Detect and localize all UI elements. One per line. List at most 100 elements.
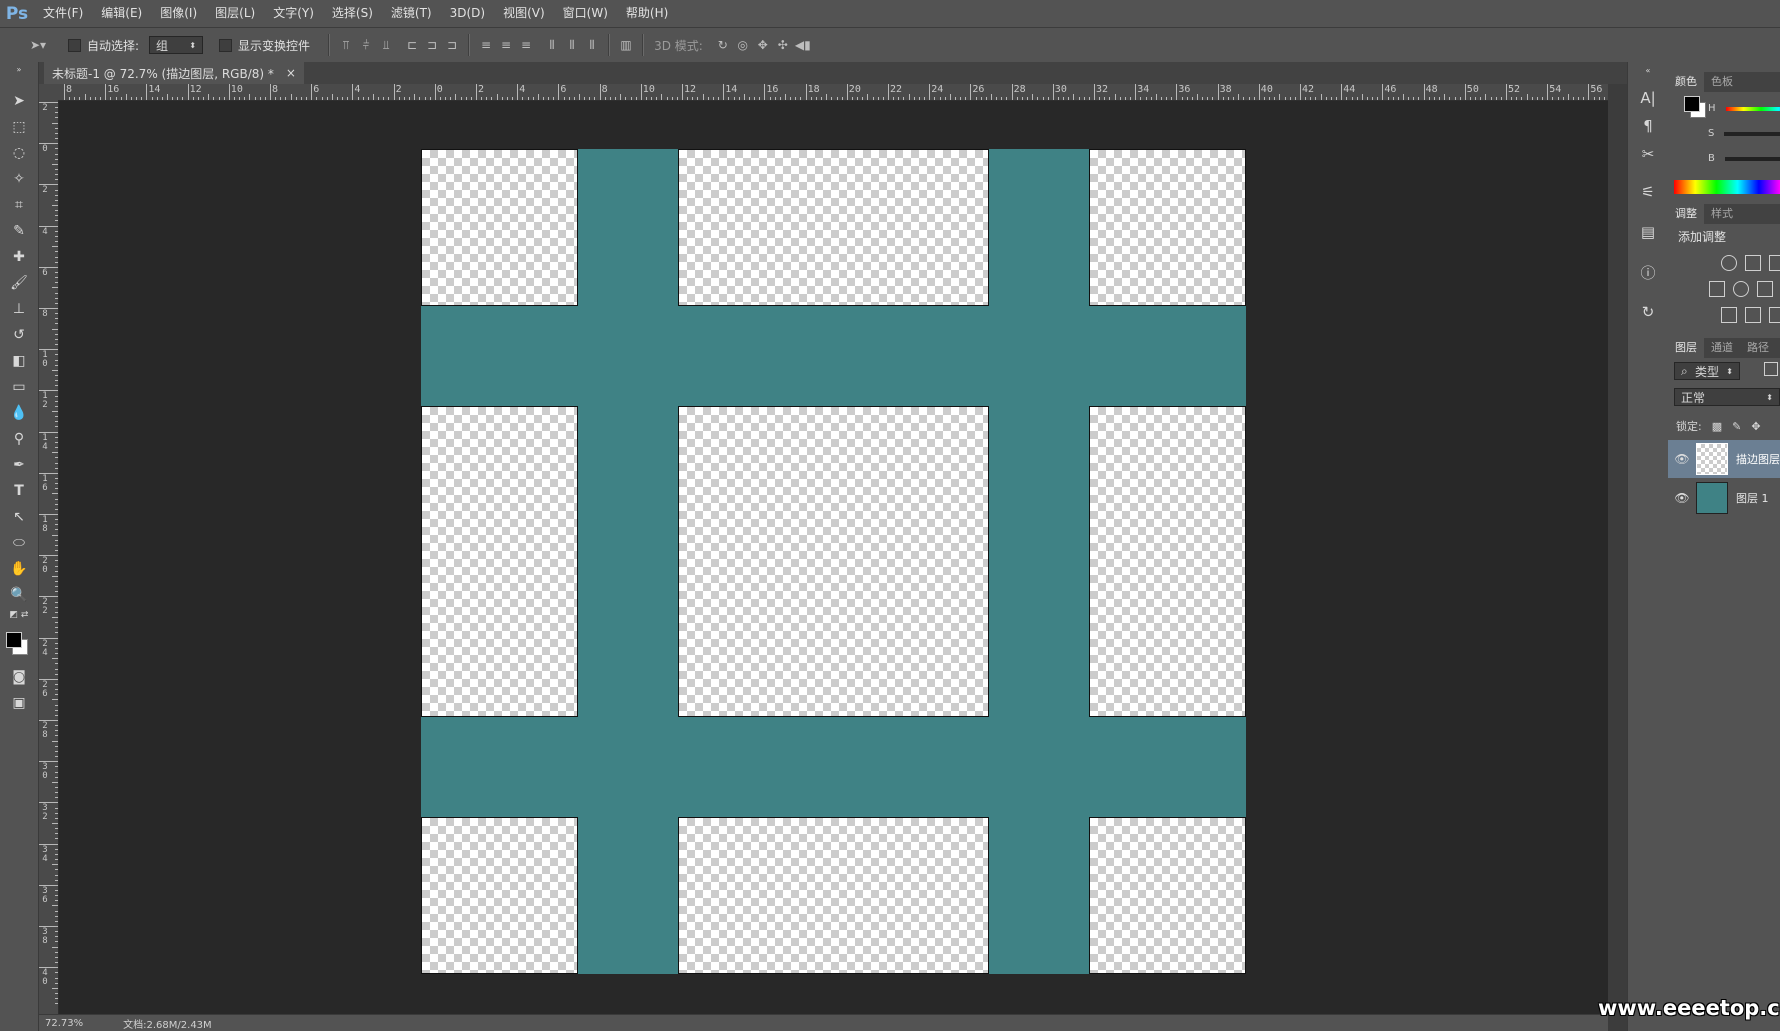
color-fg-swatch[interactable] <box>1684 96 1700 112</box>
tab-swatches[interactable]: 色板 <box>1704 72 1740 92</box>
move-tool-preset-icon[interactable]: ➤▾ <box>20 35 56 55</box>
layer-row[interactable]: 👁 图层 1 <box>1668 479 1780 517</box>
auto-select-dropdown[interactable]: 组 ⬍ <box>149 36 204 54</box>
document-canvas[interactable] <box>421 149 1246 974</box>
visibility-eye-icon[interactable]: 👁 <box>1668 452 1696 466</box>
zoom-level[interactable]: 72.73% <box>45 1018 83 1029</box>
menu-file[interactable]: 文件(F) <box>34 0 92 27</box>
zoom-tool-icon[interactable]: 🔍 <box>6 584 32 606</box>
quick-mask-icon[interactable]: ◙ <box>6 666 32 688</box>
screen-mode-icon[interactable]: ▣ <box>6 692 32 714</box>
auto-align-icon[interactable]: ▥ <box>616 35 636 55</box>
ellipse-tool-icon[interactable]: ⬭ <box>6 532 32 554</box>
blend-mode-dropdown[interactable]: 正常 ⬍ <box>1674 388 1780 406</box>
visibility-eye-icon[interactable]: 👁 <box>1668 491 1696 505</box>
document-tab[interactable]: 未标题-1 @ 72.7% (描边图层, RGB/8) * × <box>44 62 304 84</box>
menu-edit[interactable]: 编辑(E) <box>92 0 151 27</box>
tool-presets-icon[interactable]: ✂ <box>1635 142 1661 166</box>
lock-transparent-icon[interactable]: ▩ <box>1712 420 1722 433</box>
swap-colors-icon[interactable]: ◩ ⇄ <box>6 608 32 622</box>
align-left-icon[interactable]: ⊏ <box>402 35 422 55</box>
menu-view[interactable]: 视图(V) <box>494 0 554 27</box>
color-balance-adjust-icon[interactable] <box>1733 281 1749 297</box>
align-vcenter-icon[interactable]: ⫩ <box>356 35 376 55</box>
lock-image-icon[interactable]: ✎ <box>1732 420 1741 433</box>
gradient-map-adjust-icon[interactable] <box>1745 307 1761 323</box>
distribute-right-icon[interactable]: ⦀ <box>582 35 602 55</box>
tab-adjustments[interactable]: 调整 <box>1668 204 1704 224</box>
type-tool-icon[interactable]: T <box>6 480 32 502</box>
gradient-tool-icon[interactable]: ▭ <box>6 376 32 398</box>
align-hcenter-icon[interactable]: ⊐ <box>422 35 442 55</box>
magic-wand-tool-icon[interactable]: ✧ <box>6 168 32 190</box>
menu-filter[interactable]: 滤镜(T) <box>382 0 441 27</box>
distribute-hcenter-icon[interactable]: ⦀ <box>562 35 582 55</box>
menu-select[interactable]: 选择(S) <box>323 0 382 27</box>
tab-layers[interactable]: 图层 <box>1668 338 1704 358</box>
layer-row[interactable]: 👁 描边图层 <box>1668 440 1780 478</box>
menu-window[interactable]: 窗口(W) <box>554 0 617 27</box>
menu-help[interactable]: 帮助(H) <box>617 0 677 27</box>
marquee-tool-icon[interactable]: ⬚ <box>6 116 32 138</box>
collapse-panel-icon[interactable]: » <box>6 64 32 74</box>
show-transform-checkbox[interactable] <box>219 38 233 52</box>
distribute-left-icon[interactable]: ⦀ <box>542 35 562 55</box>
tab-color[interactable]: 颜色 <box>1668 72 1704 92</box>
adjustments-panel-icon[interactable]: ⚟ <box>1635 180 1661 204</box>
foreground-color-swatch[interactable] <box>6 632 22 648</box>
hue-slider[interactable]: H <box>1708 103 1780 114</box>
3d-roll-icon[interactable]: ◎ <box>733 35 753 55</box>
3d-drag-icon[interactable]: ✥ <box>753 35 773 55</box>
align-bottom-icon[interactable]: ⫫ <box>376 35 396 55</box>
lasso-tool-icon[interactable]: ◌ <box>6 142 32 164</box>
close-tab-icon[interactable]: × <box>286 66 296 80</box>
tab-styles[interactable]: 样式 <box>1704 204 1740 224</box>
history-panel-icon[interactable]: ↻ <box>1635 300 1661 324</box>
menu-image[interactable]: 图像(I) <box>151 0 206 27</box>
saturation-slider[interactable]: S <box>1708 128 1780 139</box>
hue-bar[interactable] <box>1725 106 1780 111</box>
distribute-bottom-icon[interactable]: ≡ <box>516 35 536 55</box>
history-brush-tool-icon[interactable]: ↺ <box>6 324 32 346</box>
auto-select-toggle[interactable]: 自动选择: <box>68 37 139 54</box>
3d-slide-icon[interactable]: ✣ <box>773 35 793 55</box>
info-panel-icon[interactable]: ⓘ <box>1635 260 1661 284</box>
eyedropper-tool-icon[interactable]: ✎ <box>6 220 32 242</box>
paragraph-panel-icon[interactable]: ¶ <box>1635 114 1661 138</box>
pen-tool-icon[interactable]: ✒ <box>6 454 32 476</box>
dodge-tool-icon[interactable]: ⚲ <box>6 428 32 450</box>
properties-panel-icon[interactable]: ▤ <box>1635 220 1661 244</box>
lock-position-icon[interactable]: ✥ <box>1751 420 1760 433</box>
hand-tool-icon[interactable]: ✋ <box>6 558 32 580</box>
black-white-adjust-icon[interactable] <box>1757 281 1773 297</box>
document-info[interactable]: 文档:2.68M/2.43M <box>123 1016 212 1031</box>
brightness-bar[interactable] <box>1724 156 1780 161</box>
layer-filter-dropdown[interactable]: ⌕ 类型 ⬍ <box>1674 362 1740 380</box>
path-selection-tool-icon[interactable]: ↖ <box>6 506 32 528</box>
menu-layer[interactable]: 图层(L) <box>206 0 264 27</box>
saturation-bar[interactable] <box>1724 131 1780 136</box>
brightness-slider[interactable]: B <box>1708 153 1780 164</box>
horizontal-ruler[interactable]: 8 16 14 12 10 8 6 4 2 0 2 4 6 8 10 12 14 16 18 20 22 24 26 28 30… <box>58 84 1626 101</box>
vertical-scrollbar[interactable] <box>1608 84 1627 1031</box>
tab-channels[interactable]: 通道 <box>1704 338 1740 358</box>
tab-paths[interactable]: 路径 <box>1740 338 1776 358</box>
show-transform-toggle[interactable]: 显示变换控件 <box>219 37 310 54</box>
3d-rotate-icon[interactable]: ↻ <box>713 35 733 55</box>
menu-type[interactable]: 文字(Y) <box>264 0 323 27</box>
collapse-icon[interactable]: « <box>1635 64 1661 76</box>
vertical-ruler[interactable]: 20246810121416182022242628303234363840 <box>39 100 59 1031</box>
distribute-vcenter-icon[interactable]: ≡ <box>496 35 516 55</box>
curves-adjust-icon[interactable] <box>1769 255 1780 271</box>
brush-tool-icon[interactable]: 🖌 <box>6 272 32 294</box>
filter-pixel-layer-icon[interactable] <box>1764 362 1778 376</box>
ruler-origin[interactable] <box>39 84 58 100</box>
move-tool-icon[interactable]: ➤ <box>6 90 32 112</box>
align-right-icon[interactable]: ⊐ <box>442 35 462 55</box>
auto-select-checkbox[interactable] <box>68 38 81 52</box>
invert-adjust-icon[interactable] <box>1721 307 1737 323</box>
blur-tool-icon[interactable]: 💧 <box>6 402 32 424</box>
color-spectrum-ramp[interactable] <box>1674 180 1780 194</box>
menu-3d[interactable]: 3D(D) <box>441 0 494 27</box>
crop-tool-icon[interactable]: ⌗ <box>6 194 32 216</box>
